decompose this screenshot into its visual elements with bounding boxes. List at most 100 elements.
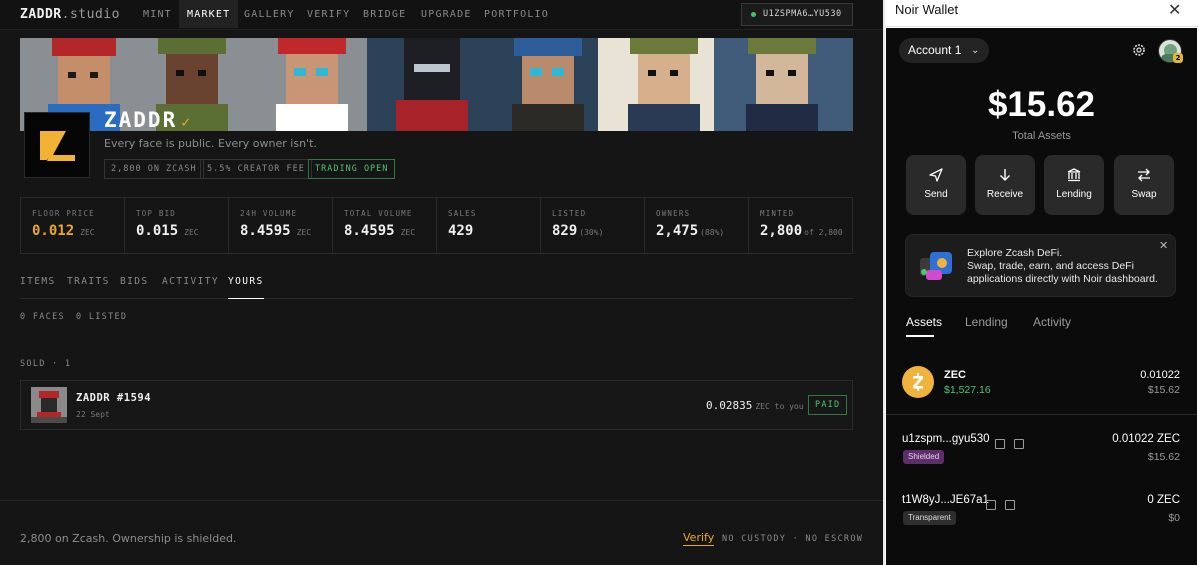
receive-button[interactable]: Receive bbox=[975, 155, 1035, 215]
qr-code-icon[interactable] bbox=[1014, 439, 1024, 449]
nav-verify[interactable]: VERIFY bbox=[307, 0, 350, 28]
banner-face bbox=[624, 38, 704, 131]
faces-count: 0 FACES bbox=[20, 312, 65, 322]
collection-logo bbox=[24, 112, 90, 178]
tab-assets[interactable]: Assets bbox=[906, 315, 942, 329]
banner-face bbox=[508, 38, 588, 131]
shielded-badge: Shielded bbox=[903, 450, 945, 464]
wallet-address-button[interactable]: U1ZSPMA6…YU530 bbox=[741, 3, 853, 26]
footer: 2,800 on Zcash. Ownership is shielded. V… bbox=[0, 500, 883, 565]
active-tab-indicator bbox=[906, 335, 934, 337]
wallet-body: Account 1 ⌄ 2 $15.62 Total Assets Send R… bbox=[886, 28, 1197, 565]
avatar-badge: 2 bbox=[1173, 53, 1183, 63]
wallet-title: Noir Wallet bbox=[895, 2, 959, 17]
tab-traits[interactable]: TRAITS bbox=[67, 276, 110, 299]
banner-face bbox=[272, 38, 352, 131]
stat-floor-price: FLOOR PRICE 0.012 ZEC bbox=[21, 198, 125, 253]
stat-sales: SALES 429 bbox=[437, 198, 541, 253]
item-thumbnail bbox=[31, 387, 67, 423]
paid-status-badge: PAID bbox=[808, 395, 848, 415]
qr-code-icon[interactable] bbox=[1005, 500, 1015, 510]
nav-market[interactable]: MARKET bbox=[179, 0, 239, 28]
swap-icon bbox=[1138, 168, 1150, 182]
promo-text: Explore Zcash DeFi. Swap, trade, earn, a… bbox=[967, 247, 1158, 285]
nav-bridge[interactable]: BRIDGE bbox=[363, 0, 406, 28]
address-row-transparent[interactable]: t1W8yJ...JE67a1 Transparent 0 ZEC $0 bbox=[886, 494, 1197, 538]
send-button[interactable]: Send bbox=[906, 155, 966, 215]
creator-fee-chip: 5.5% CREATOR FEE bbox=[200, 159, 312, 179]
supply-chip: 2,800 ON ZCASH bbox=[104, 159, 204, 179]
nav-gallery[interactable]: GALLERY bbox=[244, 0, 295, 28]
sold-item-row[interactable]: ZADDR #1594 22 Sept 0.02835 ZEC to you PA… bbox=[20, 380, 853, 430]
asset-symbol: ZEC bbox=[944, 369, 966, 381]
item-date: 22 Sept bbox=[76, 410, 110, 419]
total-balance: $15.62 bbox=[987, 85, 1096, 124]
defi-illustration-icon bbox=[920, 252, 952, 280]
listed-count: 0 LISTED bbox=[76, 312, 128, 322]
transparent-address: t1W8yJ...JE67a1 bbox=[902, 494, 989, 506]
close-icon[interactable]: ✕ bbox=[1159, 239, 1168, 252]
stat-owners: OWNERS 2,475 (88%) bbox=[645, 198, 749, 253]
bank-icon bbox=[1067, 168, 1081, 182]
tab-items[interactable]: ITEMS bbox=[20, 276, 56, 299]
nav-portfolio[interactable]: PORTFOLIO bbox=[484, 0, 549, 28]
noir-wallet-panel: Noir Wallet ✕ Account 1 ⌄ 2 $15.62 Total… bbox=[885, 0, 1199, 565]
transparent-amount: 0 ZEC bbox=[1147, 494, 1180, 506]
defi-promo-card[interactable]: Explore Zcash DeFi. Swap, trade, earn, a… bbox=[905, 234, 1176, 297]
check-icon: ✓ bbox=[181, 113, 193, 131]
send-icon bbox=[929, 168, 943, 182]
nav-upgrade[interactable]: UPGRADE bbox=[421, 0, 472, 28]
tab-activity[interactable]: ACTIVITY bbox=[162, 276, 219, 299]
banner-face bbox=[392, 38, 472, 131]
tab-yours[interactable]: YOURS bbox=[228, 276, 264, 299]
trading-status-chip: TRADING OPEN bbox=[308, 159, 396, 179]
close-icon[interactable]: ✕ bbox=[1168, 0, 1181, 19]
tab-bids[interactable]: BIDS bbox=[120, 276, 148, 299]
marketplace-app: ZADDR.studio MINT MARKET GALLERY VERIFY … bbox=[0, 0, 883, 565]
shielded-usd-value: $15.62 bbox=[1147, 451, 1180, 463]
item-sale-price: 0.02835 ZEC to you bbox=[706, 399, 804, 412]
copy-icon[interactable] bbox=[986, 500, 996, 510]
lending-button[interactable]: Lending bbox=[1044, 155, 1104, 215]
tab-activity[interactable]: Activity bbox=[1033, 315, 1071, 329]
asset-price: $1,527.16 bbox=[944, 384, 991, 396]
address-row-shielded[interactable]: u1zspm...gyu530 Shielded 0.01022 ZEC $15… bbox=[886, 433, 1197, 477]
account-selector[interactable]: Account 1 ⌄ bbox=[899, 38, 990, 63]
zl-logo-icon bbox=[40, 131, 75, 161]
gear-icon[interactable] bbox=[1132, 43, 1146, 57]
stat-total-volume: TOTAL VOLUME 8.4595 ZEC bbox=[333, 198, 437, 253]
banner-face bbox=[742, 38, 822, 131]
asset-usd-value: $15.62 bbox=[1147, 384, 1180, 396]
chevron-down-icon: ⌄ bbox=[970, 45, 980, 56]
shielded-amount: 0.01022 ZEC bbox=[1112, 433, 1180, 445]
collection-tabs: ITEMS TRAITS BIDS ACTIVITY YOURS bbox=[20, 272, 853, 299]
nav-mint[interactable]: MINT bbox=[143, 0, 172, 28]
shielded-address: u1zspm...gyu530 bbox=[902, 433, 990, 445]
wallet-titlebar: Noir Wallet ✕ bbox=[885, 0, 1199, 27]
stat-top-bid: TOP BID 0.015 ZEC bbox=[125, 198, 229, 253]
transparent-usd-value: $0 bbox=[1168, 512, 1180, 524]
top-nav: ZADDR.studio MINT MARKET GALLERY VERIFY … bbox=[0, 0, 883, 30]
stat-24h-volume: 24H VOLUME 8.4595 ZEC bbox=[229, 198, 333, 253]
footer-verify-link[interactable]: Verify bbox=[683, 531, 715, 546]
transparent-badge: Transparent bbox=[903, 511, 956, 525]
copy-icon[interactable] bbox=[995, 439, 1005, 449]
stats-bar: FLOOR PRICE 0.012 ZEC TOP BID 0.015 ZEC 24… bbox=[20, 197, 853, 254]
total-balance-label: Total Assets bbox=[1012, 130, 1071, 142]
swap-button[interactable]: Swap bbox=[1114, 155, 1174, 215]
stat-minted: MINTED 2,800 of 2,800 bbox=[760, 209, 843, 239]
asset-row-zec[interactable]: ZEC $1,527.16 0.01022 $15.62 bbox=[886, 360, 1197, 415]
tab-lending[interactable]: Lending bbox=[965, 315, 1008, 329]
collection-tagline: Every face is public. Every owner isn't. bbox=[104, 137, 317, 150]
zcash-icon bbox=[902, 366, 934, 398]
stat-listed: LISTED 829 (30%) bbox=[541, 198, 645, 253]
sold-section-label: SOLD · 1 bbox=[20, 359, 72, 369]
collection-name: ZADDR ✓ bbox=[104, 108, 193, 132]
site-logo[interactable]: ZADDR.studio bbox=[20, 7, 120, 22]
receive-icon bbox=[1000, 169, 1010, 181]
footer-notice: NO CUSTODY · NO ESCROW bbox=[722, 534, 864, 544]
connected-status-dot bbox=[751, 12, 756, 17]
wallet-address-text: U1ZSPMA6…YU530 bbox=[763, 9, 842, 19]
asset-amount: 0.01022 bbox=[1140, 369, 1180, 381]
item-name: ZADDR #1594 bbox=[76, 392, 152, 404]
